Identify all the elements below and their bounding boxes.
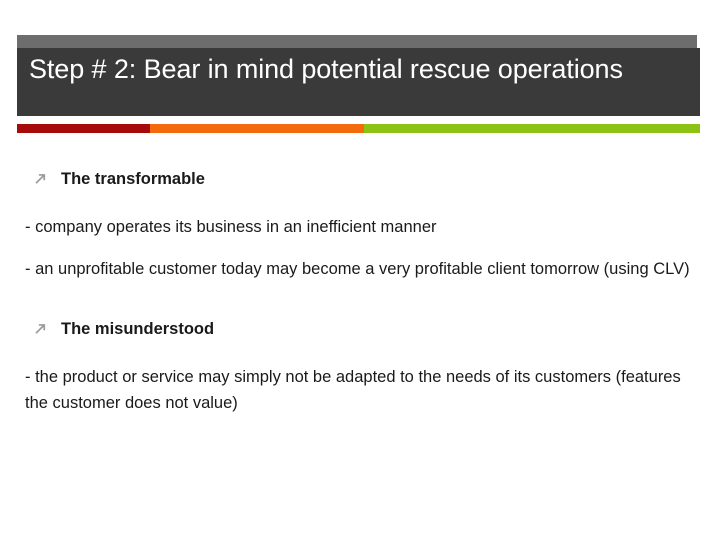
arrow-up-right-icon [25, 316, 51, 337]
accent-segment-green [364, 124, 700, 133]
paragraph-transformable-1: - company operates its business in an in… [25, 218, 437, 236]
accent-segment-orange [150, 124, 364, 133]
accent-stripe [17, 124, 700, 133]
slide-title-block: Step # 2: Bear in mind potential rescue … [17, 35, 700, 116]
arrow-up-right-icon [25, 166, 51, 187]
title-body: Step # 2: Bear in mind potential rescue … [17, 48, 700, 116]
slide: Step # 2: Bear in mind potential rescue … [0, 0, 720, 540]
slide-content: The transformable - company operates its… [25, 166, 695, 432]
list-item: The transformable [25, 166, 695, 192]
list-item: The misunderstood [25, 316, 695, 342]
paragraph-misunderstood-1: - the product or service may simply not … [25, 368, 681, 412]
accent-segment-dark-red [17, 124, 150, 133]
page-title: Step # 2: Bear in mind potential rescue … [29, 54, 623, 84]
title-top-accent-bar [17, 35, 697, 48]
bullet-label-transformable: The transformable [61, 170, 205, 188]
paragraph-transformable-2: - an unprofitable customer today may bec… [25, 260, 690, 278]
bullet-label-misunderstood: The misunderstood [61, 320, 215, 338]
